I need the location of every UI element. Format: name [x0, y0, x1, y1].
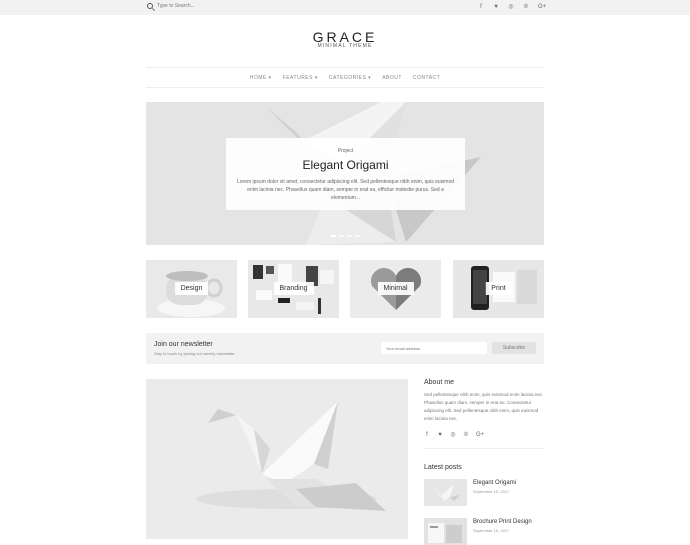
nav-item-about[interactable]: ABOUT [382, 75, 402, 81]
twitter-icon[interactable]: ♥ [493, 3, 499, 11]
about-title: About me [424, 379, 454, 386]
post-title[interactable]: Brochure Print Design [473, 519, 532, 525]
brochure-thumbnail [424, 518, 467, 545]
post-date: September 15, 2017 [473, 528, 510, 533]
search-input[interactable] [157, 3, 237, 9]
facebook-icon[interactable]: f [424, 431, 430, 439]
slider-dots [331, 235, 360, 237]
hero-caption: Project Elegant Origami Lorem ipsum dolo… [226, 138, 465, 210]
about-social-links: f ♥ ◎ ℗ G+ [424, 431, 544, 449]
origami-thumbnail [424, 479, 467, 506]
category-tile-branding[interactable]: Branding [248, 260, 339, 318]
category-tile-design[interactable]: Design [146, 260, 237, 318]
instagram-icon[interactable]: ◎ [450, 431, 456, 439]
post-thumbnail[interactable] [424, 479, 467, 506]
pinterest-icon[interactable]: ℗ [523, 3, 529, 11]
newsletter-box: Join our newsletter Stay in touch by joi… [146, 333, 544, 364]
slider-dot[interactable] [347, 235, 352, 237]
google-plus-icon[interactable]: G+ [476, 431, 484, 439]
pinterest-icon[interactable]: ℗ [463, 431, 469, 439]
nav-item-categories[interactable]: CATEGORIES ▾ [329, 75, 371, 81]
site-tagline: MINIMAL THEME [317, 43, 373, 49]
origami-crane-image [146, 379, 408, 539]
instagram-icon[interactable]: ◎ [508, 3, 514, 11]
hero-excerpt: Lorem ipsum dolor sit amet, consectetur … [236, 179, 455, 201]
about-text: Sed pellentesque nibh enim, quis euismod… [424, 392, 544, 421]
category-label[interactable]: Branding [273, 282, 314, 295]
sidebar: About me Sed pellentesque nibh enim, qui… [424, 379, 544, 449]
email-field[interactable] [381, 342, 487, 354]
social-links-top: f ♥ ◎ ℗ G+ [478, 3, 546, 11]
newsletter-subtitle: Stay in touch by joining our weekly news… [154, 351, 235, 356]
nav-item-home[interactable]: HOME ▾ [250, 75, 272, 81]
hero-slider[interactable]: Project Elegant Origami Lorem ipsum dolo… [146, 102, 544, 245]
twitter-icon[interactable]: ♥ [437, 431, 443, 439]
latest-posts-title: Latest posts [424, 464, 462, 471]
hero-category[interactable]: Project [226, 148, 465, 154]
post-date: September 15, 2017 [473, 489, 510, 494]
google-plus-icon[interactable]: G+ [538, 3, 546, 11]
hero-title[interactable]: Elegant Origami [226, 158, 465, 172]
newsletter-title: Join our newsletter [154, 341, 213, 348]
category-tile-minimal[interactable]: Minimal [350, 260, 441, 318]
category-label[interactable]: Print [485, 282, 512, 295]
slider-dot[interactable] [355, 235, 360, 237]
latest-post-item[interactable]: Elegant Origami September 15, 2017 [424, 479, 516, 506]
facebook-icon[interactable]: f [478, 3, 484, 11]
latest-post-item[interactable]: Brochure Print Design September 15, 2017 [424, 518, 532, 545]
featured-post-image[interactable] [146, 379, 408, 539]
search-icon[interactable] [147, 3, 153, 9]
top-bar: f ♥ ◎ ℗ G+ [0, 0, 690, 15]
category-label[interactable]: Design [174, 282, 209, 295]
category-tile-print[interactable]: Print [453, 260, 544, 318]
nav-item-features[interactable]: FEATURES ▾ [283, 75, 318, 81]
nav-item-contact[interactable]: CONTACT [413, 75, 440, 81]
post-thumbnail[interactable] [424, 518, 467, 545]
category-label[interactable]: Minimal [377, 282, 414, 295]
post-title[interactable]: Elegant Origami [473, 480, 516, 486]
slider-dot[interactable] [331, 235, 336, 237]
slider-dot[interactable] [339, 235, 344, 237]
main-nav: HOME ▾ FEATURES ▾ CATEGORIES ▾ ABOUT CON… [146, 67, 544, 88]
subscribe-button[interactable]: Subscribe [492, 342, 536, 354]
search-box[interactable] [147, 3, 237, 9]
